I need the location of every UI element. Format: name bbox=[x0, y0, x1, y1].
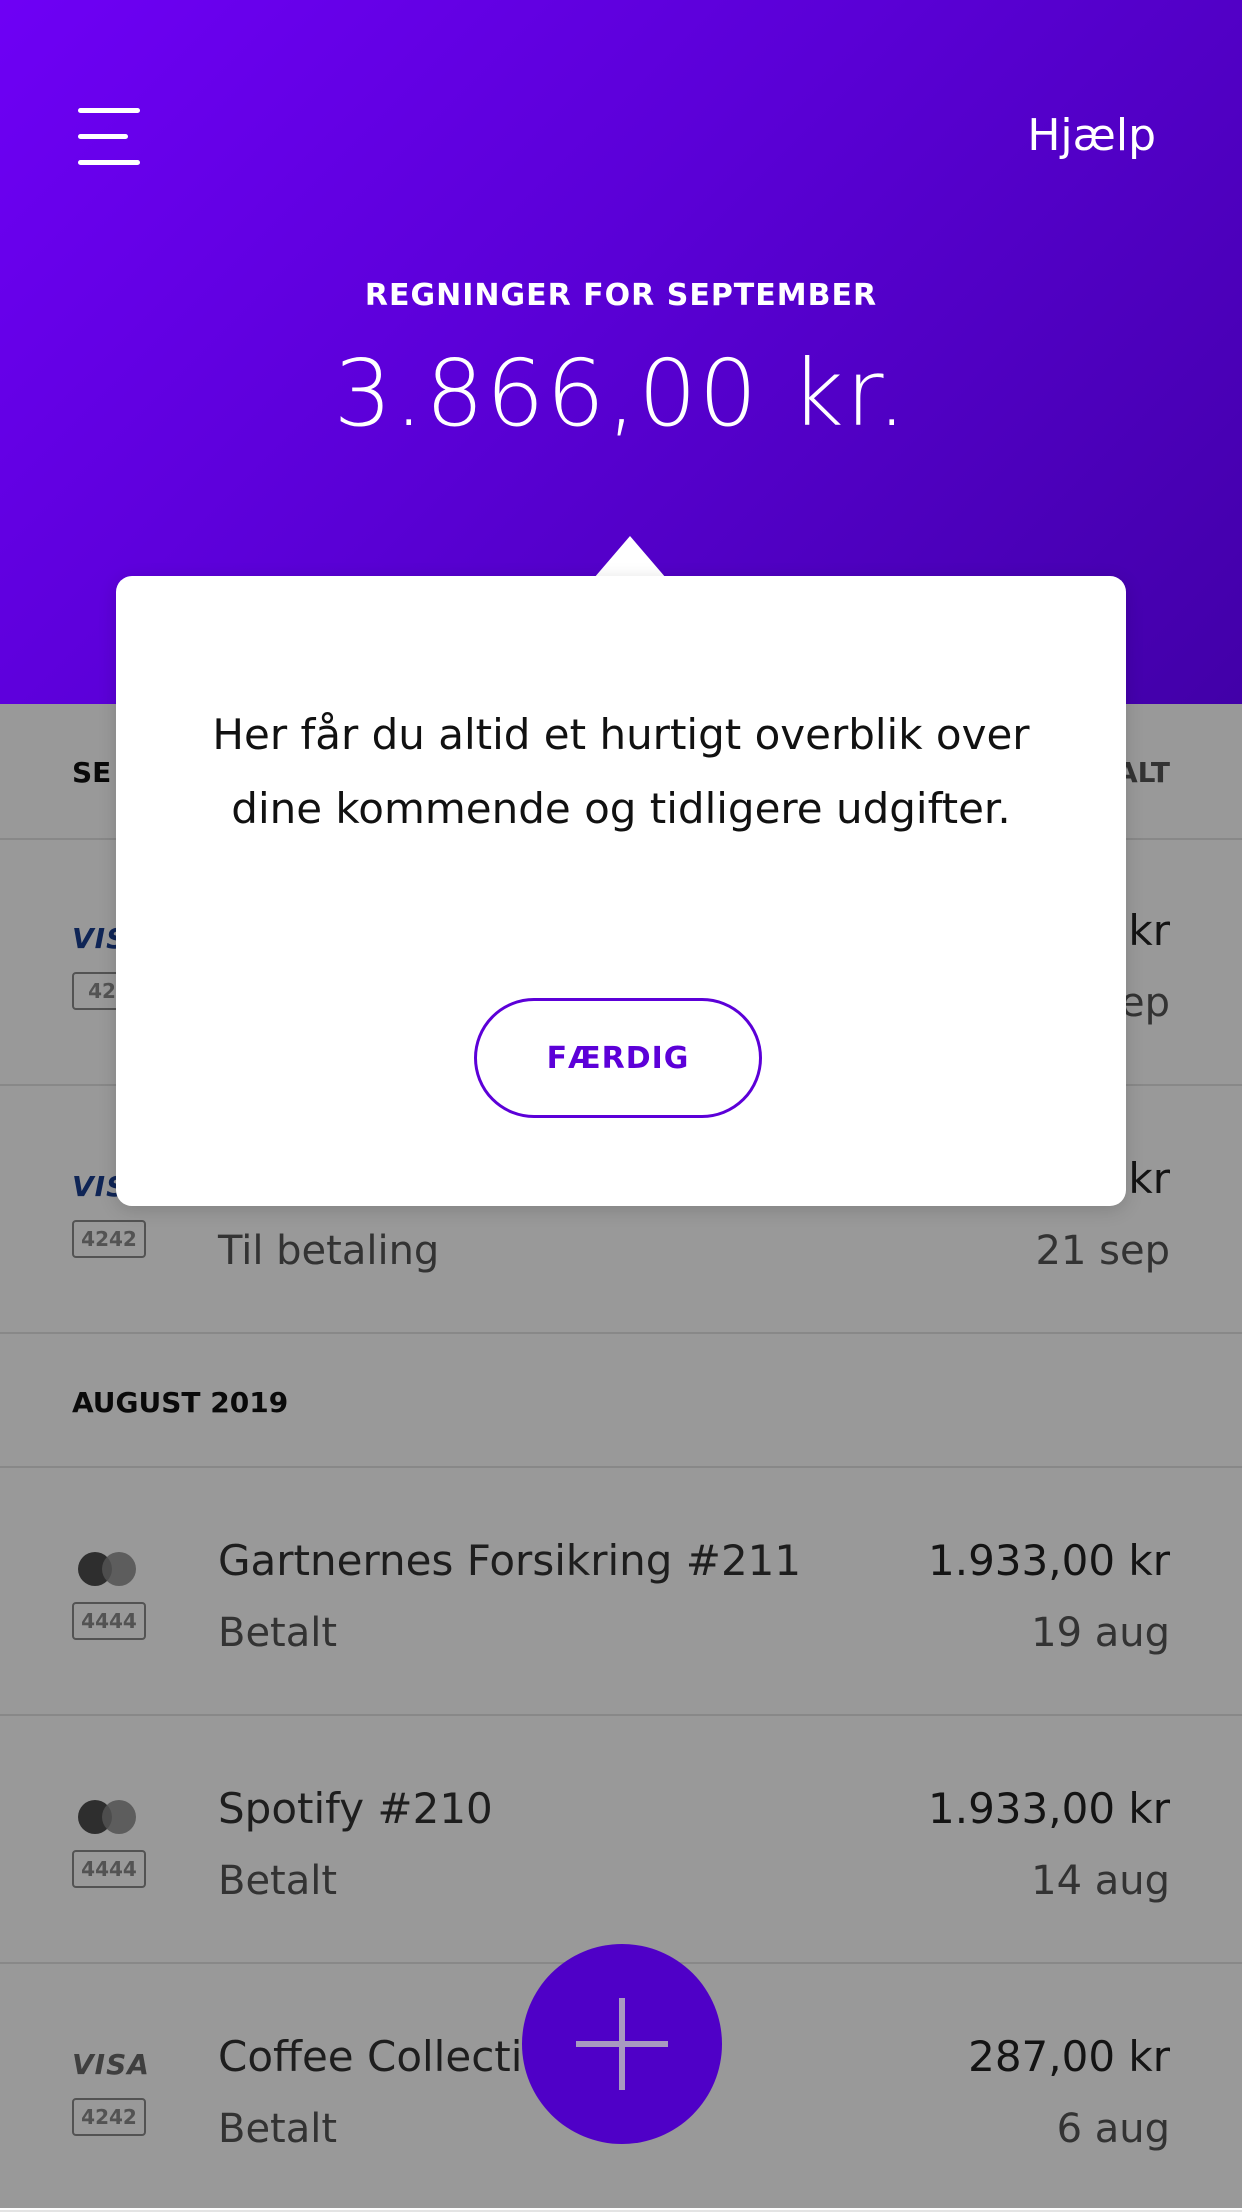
help-link[interactable]: Hjælp bbox=[1027, 110, 1156, 161]
popup-arrow bbox=[594, 536, 666, 578]
add-button[interactable] bbox=[522, 1944, 722, 2144]
month-label: REGNINGER FOR SEPTEMBER bbox=[364, 278, 878, 313]
menu-icon[interactable] bbox=[78, 108, 140, 165]
total-amount: 3.866,00 kr. bbox=[333, 340, 909, 447]
onboarding-popup: Her får du altid et hurtigt overblik ove… bbox=[116, 576, 1126, 1206]
done-button[interactable]: FÆRDIG bbox=[474, 998, 762, 1118]
popup-message: Her får du altid et hurtigt overblik ove… bbox=[212, 710, 1030, 833]
